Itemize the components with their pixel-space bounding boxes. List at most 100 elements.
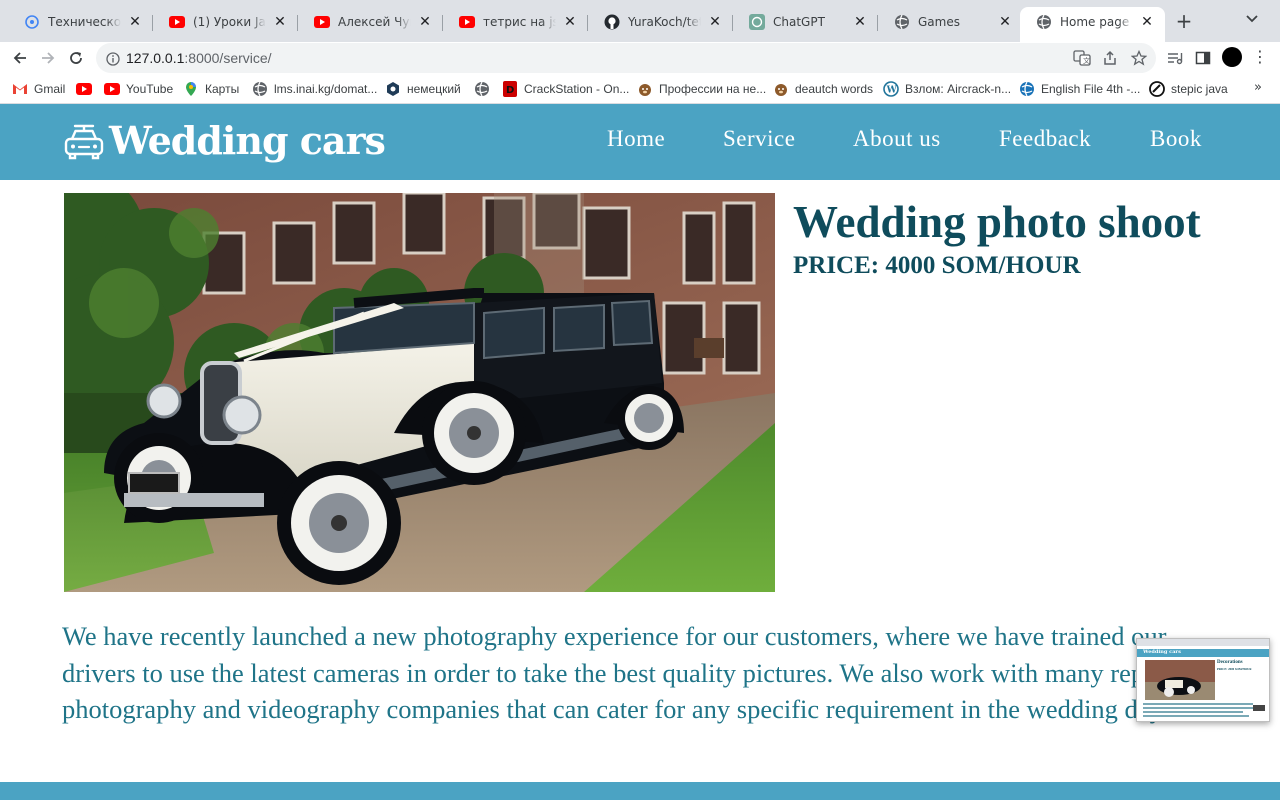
thumb-brand: Wedding cars — [1143, 649, 1181, 655]
thumb-price: PRICE: 2000 SOM/HOUR — [1217, 667, 1252, 671]
tab-strip: Техническое задание ✕ (1) Уроки Java для… — [0, 0, 1280, 42]
tab-home-page[interactable]: Home page ✕ — [1020, 7, 1165, 42]
google-docs-icon — [24, 14, 40, 30]
close-icon[interactable]: ✕ — [562, 14, 578, 30]
address-bar[interactable]: 127.0.0.1:8000/service/ — [96, 43, 1156, 73]
close-icon[interactable]: ✕ — [707, 14, 723, 30]
translate-icon[interactable]: 文 — [1071, 47, 1093, 69]
description-line: We have recently launched a new photogra… — [62, 621, 1167, 651]
nav-home[interactable]: Home — [607, 126, 665, 152]
bookmark-professions[interactable]: Профессии на не... — [637, 80, 766, 98]
globe-icon — [252, 81, 268, 97]
bookmark-aircrack[interactable]: W Взлом: Aircrack-n... — [883, 80, 1011, 98]
bookmark-label: Профессии на не... — [659, 82, 767, 96]
bookmark-maps[interactable]: Карты — [183, 80, 239, 98]
browser-toolbar: 127.0.0.1:8000/service/ 文 ⋮ — [0, 42, 1280, 74]
bookmark-label: lms.inai.kg/domat... — [274, 82, 378, 96]
close-icon[interactable]: ✕ — [272, 14, 288, 30]
close-icon[interactable]: ✕ — [852, 14, 868, 30]
close-icon[interactable]: ✕ — [1139, 14, 1155, 30]
close-icon[interactable]: ✕ — [127, 14, 143, 30]
forward-arrow-icon[interactable] — [36, 46, 60, 70]
bookmark-german[interactable]: немецкий — [385, 80, 461, 98]
thumb-text-line — [1143, 711, 1243, 713]
tab-label: Games — [918, 15, 960, 29]
hexagon-icon — [385, 81, 401, 97]
bookmark-label: Gmail — [34, 82, 66, 96]
share-icon[interactable] — [1099, 47, 1121, 69]
reading-list-icon[interactable] — [1164, 47, 1186, 69]
site-footer — [0, 782, 1280, 800]
url-host: 127.0.0.1 — [126, 50, 185, 66]
thumb-text-line — [1143, 707, 1255, 709]
thumb-text-line — [1143, 703, 1253, 705]
bookmark-deutsch-words[interactable]: deautch words — [773, 80, 873, 98]
bookmark-star-icon[interactable] — [1128, 47, 1150, 69]
dog-icon — [637, 81, 653, 97]
site-info-icon[interactable] — [106, 51, 120, 70]
site-header: Wedding cars Home Service About us Feedb… — [0, 104, 1280, 180]
thumb-browser-bar — [1137, 639, 1269, 646]
more-menu-icon[interactable]: ⋮ — [1252, 47, 1268, 69]
bookmark-youtube[interactable]: YouTube — [104, 80, 173, 98]
bookmark-stepic-java[interactable]: stepic java — [1149, 80, 1228, 98]
bookmarks-overflow-button[interactable]: » — [1254, 80, 1262, 95]
url-path: :8000/service/ — [184, 50, 272, 66]
tab-label: ChatGPT — [773, 15, 825, 29]
reload-icon[interactable] — [64, 46, 88, 70]
globe-icon — [894, 14, 910, 30]
globe-blue-icon — [1019, 81, 1035, 97]
back-arrow-icon[interactable] — [8, 46, 32, 70]
tab-github-tetris[interactable]: YuraKoch/tetris ✕ — [588, 7, 733, 37]
tab-search-chevron-icon[interactable] — [1240, 10, 1264, 34]
crackstation-icon: D — [502, 81, 518, 97]
vintage-wedding-car-photo — [64, 193, 775, 592]
chatgpt-icon — [749, 14, 765, 30]
tab-chumakov[interactable]: Алексей Чумаков ✕ — [298, 7, 443, 37]
thumb-car-image — [1145, 660, 1215, 700]
service-description: We have recently launched a new photogra… — [62, 618, 1262, 730]
screenshot-preview-thumbnail[interactable]: Wedding cars Decorations PRICE: 2000 SOM… — [1136, 638, 1270, 722]
new-tab-button[interactable]: + — [1172, 10, 1196, 34]
bookmark-label: CrackStation - On... — [524, 82, 630, 96]
close-icon[interactable]: ✕ — [417, 14, 433, 30]
profile-avatar[interactable] — [1222, 47, 1242, 67]
bookmark-label: немецкий — [407, 82, 461, 96]
tab-tech-task[interactable]: Техническое задание ✕ — [8, 7, 153, 37]
tab-games[interactable]: Games ✕ — [878, 7, 1023, 37]
bookmark-lms[interactable]: lms.inai.kg/domat... — [252, 80, 377, 98]
nav-service[interactable]: Service — [723, 126, 795, 152]
tab-tetris-js[interactable]: тетрис на js - YouTube ✕ — [443, 7, 588, 37]
close-icon[interactable]: ✕ — [997, 14, 1013, 30]
bookmark-gmail[interactable]: Gmail — [12, 80, 65, 98]
tab-java-lessons[interactable]: (1) Уроки Java для начинающих ✕ — [153, 7, 298, 37]
svg-text:文: 文 — [1083, 56, 1090, 65]
bookmark-english-file[interactable]: English File 4th -... — [1019, 80, 1140, 98]
maps-pin-icon — [183, 81, 199, 97]
bookmark-globe-icon-only[interactable] — [474, 80, 496, 98]
tab-label: YuraKoch/tetris — [628, 15, 701, 29]
tab-label: Техническое задание — [48, 15, 121, 29]
bookmark-crackstation[interactable]: D CrackStation - On... — [502, 80, 629, 98]
dog-icon — [773, 81, 789, 97]
nav-book[interactable]: Book — [1150, 126, 1202, 152]
site-nav: Home Service About us Feedback Book — [0, 126, 1280, 158]
tab-label: (1) Уроки Java для начинающих — [193, 15, 266, 29]
svg-text:W: W — [886, 86, 898, 96]
youtube-icon — [314, 14, 330, 30]
bookmark-youtube-icon-only[interactable] — [76, 80, 98, 98]
side-panel-icon[interactable] — [1192, 47, 1214, 69]
nav-feedback[interactable]: Feedback — [999, 126, 1091, 152]
thumb-title: Decorations — [1217, 660, 1243, 665]
gmail-icon — [12, 81, 28, 97]
bookmark-label: Взлом: Aircrack-n... — [905, 82, 1012, 96]
description-line: photography and videography companies th… — [62, 694, 1168, 724]
service-price: PRICE: 4000 SOM/HOUR — [793, 252, 1081, 279]
tab-label: Алексей Чумаков — [338, 15, 411, 29]
tab-chatgpt[interactable]: ChatGPT ✕ — [733, 7, 878, 37]
github-icon — [604, 14, 620, 30]
bookmark-label: deautch words — [795, 82, 874, 96]
svg-text:D: D — [506, 85, 514, 96]
nav-about-us[interactable]: About us — [853, 126, 941, 152]
service-title: Wedding photo shoot — [793, 197, 1201, 247]
